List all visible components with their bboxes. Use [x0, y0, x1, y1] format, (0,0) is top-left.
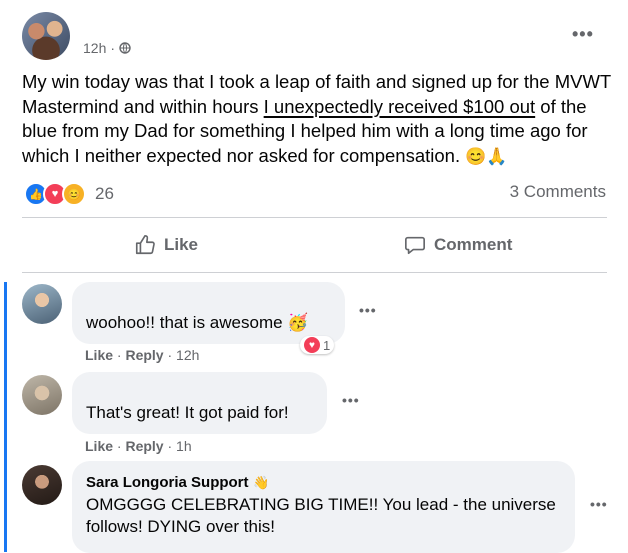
- comment-more-button[interactable]: •••: [359, 302, 377, 318]
- comments-count-link[interactable]: 3 Comments: [510, 182, 606, 202]
- comment-reaction-badge[interactable]: ♥ 1: [300, 336, 335, 354]
- post-emojis: 😊🙏: [465, 146, 508, 166]
- post-body: My win today was that I took a leap of f…: [22, 70, 617, 169]
- commenter-avatar[interactable]: [22, 375, 62, 415]
- comment-time[interactable]: 1h: [176, 438, 192, 454]
- comment-like-link[interactable]: Like: [85, 347, 113, 363]
- comment-bubble: woohoo!! that is awesome 🥳: [72, 282, 345, 344]
- post-text-highlight: I unexpectedly received $100 out: [263, 95, 536, 117]
- comment-more-button[interactable]: •••: [590, 496, 608, 512]
- comment-like-link[interactable]: Like: [85, 438, 113, 454]
- love-reaction-icon: ♥: [304, 337, 320, 353]
- post-meta: 12h ·: [83, 40, 131, 56]
- globe-icon: [119, 42, 131, 54]
- comment-time[interactable]: 12h: [176, 347, 199, 363]
- comment-reaction-count: 1: [323, 337, 331, 353]
- comment-author[interactable]: Sara Longoria Support: [86, 474, 249, 491]
- comment-emoji: 🥳: [287, 313, 309, 332]
- comment-actions: Like · Reply · 12h: [85, 347, 200, 363]
- thread-line: [4, 282, 7, 552]
- comment-text: woohoo!! that is awesome: [86, 313, 283, 332]
- author-badge: 👋: [253, 475, 270, 490]
- divider: [22, 272, 607, 273]
- comment-text: That's great! It got paid for!: [86, 403, 289, 422]
- comment-text: OMGGGG CELEBRATING BIG TIME!! You lead -…: [86, 495, 556, 536]
- post-card: 12h · ••• My win today was that I took a…: [4, 10, 618, 553]
- comment-button[interactable]: Comment: [404, 234, 512, 256]
- comment-reply-link[interactable]: Reply: [125, 438, 163, 454]
- reaction-summary[interactable]: 👍 ♥ 😊 26: [24, 182, 114, 206]
- care-reaction-icon: 😊: [62, 182, 86, 206]
- thumbs-up-icon: [135, 235, 155, 255]
- like-label: Like: [164, 235, 199, 254]
- reaction-count: 26: [95, 184, 114, 203]
- like-button[interactable]: Like: [134, 234, 198, 256]
- commenter-avatar[interactable]: [22, 465, 62, 505]
- comment-actions: Like · Reply · 1h: [85, 438, 192, 454]
- comment-icon: [405, 236, 425, 255]
- comment-reply-link[interactable]: Reply: [125, 347, 163, 363]
- post-more-button[interactable]: •••: [572, 24, 594, 45]
- post-time[interactable]: 12h: [83, 40, 106, 56]
- comment-more-button[interactable]: •••: [342, 392, 360, 408]
- comment-label: Comment: [434, 235, 513, 254]
- comment-bubble: That's great! It got paid for!: [72, 372, 327, 434]
- divider: [22, 217, 607, 218]
- comment-bubble: Sara Longoria Support 👋 OMGGGG CELEBRATI…: [72, 461, 575, 553]
- author-avatar[interactable]: [22, 12, 70, 60]
- commenter-avatar[interactable]: [22, 284, 62, 324]
